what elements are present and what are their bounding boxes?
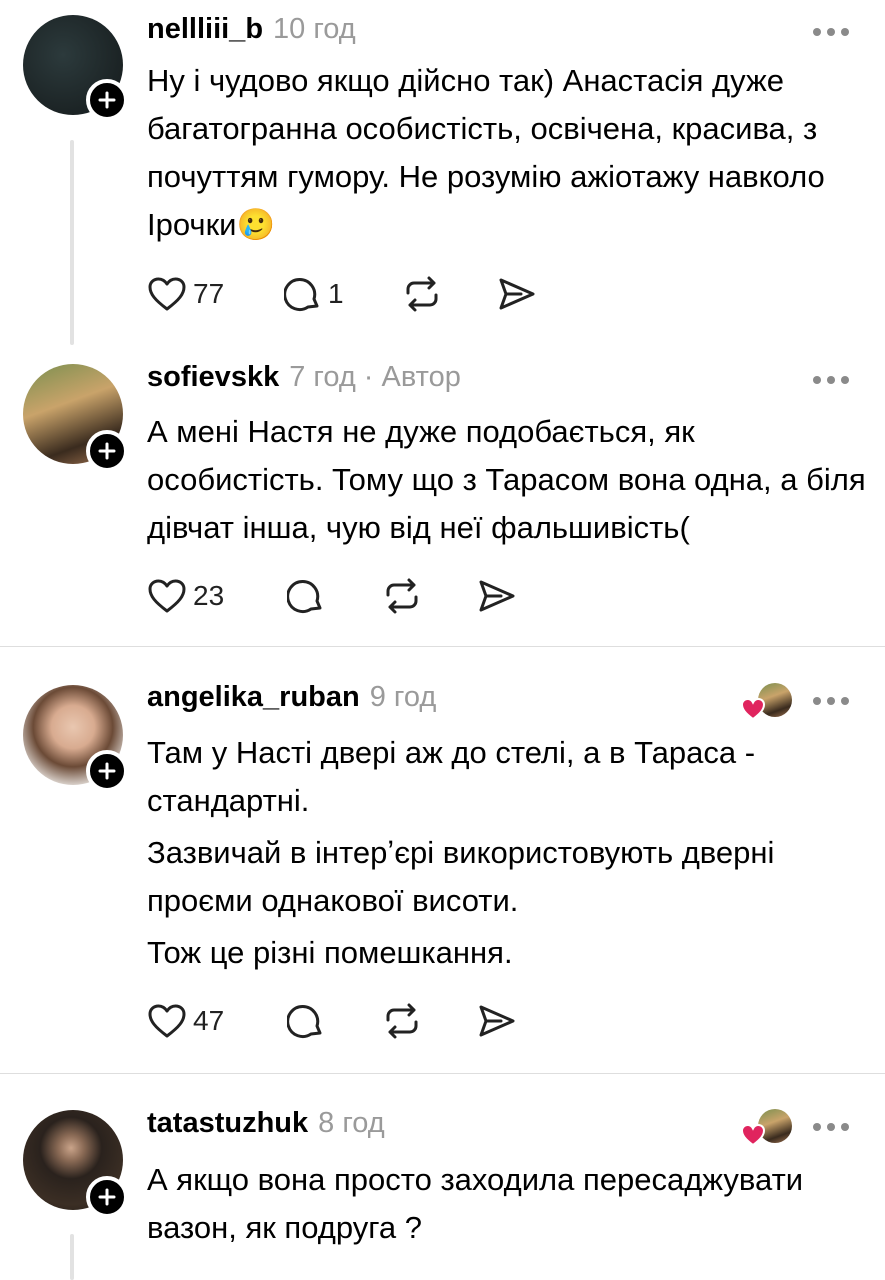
comment-header: nellliii_b 10 год <box>147 13 356 53</box>
heart-filled-icon <box>740 1123 766 1147</box>
follow-button[interactable] <box>86 430 128 472</box>
share-button[interactable] <box>477 1001 517 1041</box>
action-bar: 47 <box>147 1001 567 1041</box>
paper-plane-icon <box>479 1005 515 1037</box>
comment-text: А якщо вона просто заходила пересаджуват… <box>147 1162 804 1245</box>
timestamp: 8 год <box>318 1107 385 1139</box>
thread-line <box>70 1234 74 1280</box>
comment-header: sofievskk 7 год · Автор <box>147 361 461 401</box>
heart-filled-icon <box>740 697 766 721</box>
repost-arrows-icon <box>386 1003 418 1039</box>
smiling-tear-emoji: 🥲 <box>236 207 276 242</box>
username[interactable]: sofievskk <box>147 361 279 394</box>
username[interactable]: nellliii_b <box>147 13 263 46</box>
paper-plane-icon <box>499 278 535 310</box>
comment-1: nellliii_b 10 год Ну і чудово якщо дійсн… <box>0 0 885 350</box>
follow-button[interactable] <box>86 1176 128 1218</box>
comment-text: А мені Настя не дуже подобається, як осо… <box>147 414 866 545</box>
comment-text: Ну і чудово якщо дійсно так) Анастасія д… <box>147 63 825 242</box>
heart-outline-icon <box>148 579 186 613</box>
more-options-button[interactable] <box>813 694 849 708</box>
timestamp: 7 год · Автор <box>289 361 461 393</box>
like-button[interactable]: 23 <box>147 576 224 616</box>
thread-line <box>70 140 74 345</box>
action-bar: 23 <box>147 576 567 616</box>
heart-outline-icon <box>148 277 186 311</box>
comment-3: angelika_ruban 9 год Там у Насті двері а… <box>0 647 885 1073</box>
like-button[interactable]: 47 <box>147 1001 224 1041</box>
plus-icon <box>98 91 116 109</box>
reply-button[interactable] <box>287 576 325 616</box>
speech-bubble-icon <box>287 1005 322 1039</box>
repost-button[interactable] <box>402 274 442 314</box>
repost-button[interactable] <box>382 576 422 616</box>
comment-header: tatastuzhuk 8 год <box>147 1107 385 1147</box>
share-button[interactable] <box>477 576 517 616</box>
liked-by-author <box>740 683 792 723</box>
plus-icon <box>98 1188 116 1206</box>
speech-bubble-icon <box>284 278 319 312</box>
action-bar: 77 1 <box>147 274 567 314</box>
follow-button[interactable] <box>86 750 128 792</box>
speech-bubble-icon <box>287 580 322 614</box>
more-options-button[interactable] <box>813 25 849 39</box>
timestamp: 10 год <box>273 13 356 45</box>
heart-outline-icon <box>148 1004 186 1038</box>
liked-by-author <box>740 1109 792 1149</box>
username[interactable]: tatastuzhuk <box>147 1107 308 1140</box>
like-count: 47 <box>193 1005 225 1036</box>
comment-header: angelika_ruban 9 год <box>147 681 436 721</box>
reply-count: 1 <box>328 278 344 309</box>
timestamp: 9 год <box>369 681 437 713</box>
more-options-button[interactable] <box>813 1120 849 1134</box>
like-count: 77 <box>193 278 225 309</box>
share-button[interactable] <box>497 274 537 314</box>
comment-2: sofievskk 7 год · Автор А мені Настя не … <box>0 350 885 646</box>
comment-text: Там у Насті двері аж до стелі, а в Тарас… <box>147 735 775 970</box>
like-button[interactable]: 77 <box>147 274 224 314</box>
follow-button[interactable] <box>86 79 128 121</box>
more-options-button[interactable] <box>813 373 849 387</box>
comment-4: tatastuzhuk 8 год А якщо вона просто зах… <box>0 1074 885 1280</box>
username[interactable]: angelika_ruban <box>147 681 360 714</box>
repost-arrows-icon <box>386 578 418 614</box>
reply-button[interactable]: 1 <box>284 274 344 314</box>
plus-icon <box>98 762 116 780</box>
repost-button[interactable] <box>382 1001 422 1041</box>
reply-button[interactable] <box>287 1001 325 1041</box>
like-count: 23 <box>193 580 225 611</box>
repost-arrows-icon <box>406 276 438 312</box>
paper-plane-icon <box>479 580 515 612</box>
plus-icon <box>98 442 116 460</box>
